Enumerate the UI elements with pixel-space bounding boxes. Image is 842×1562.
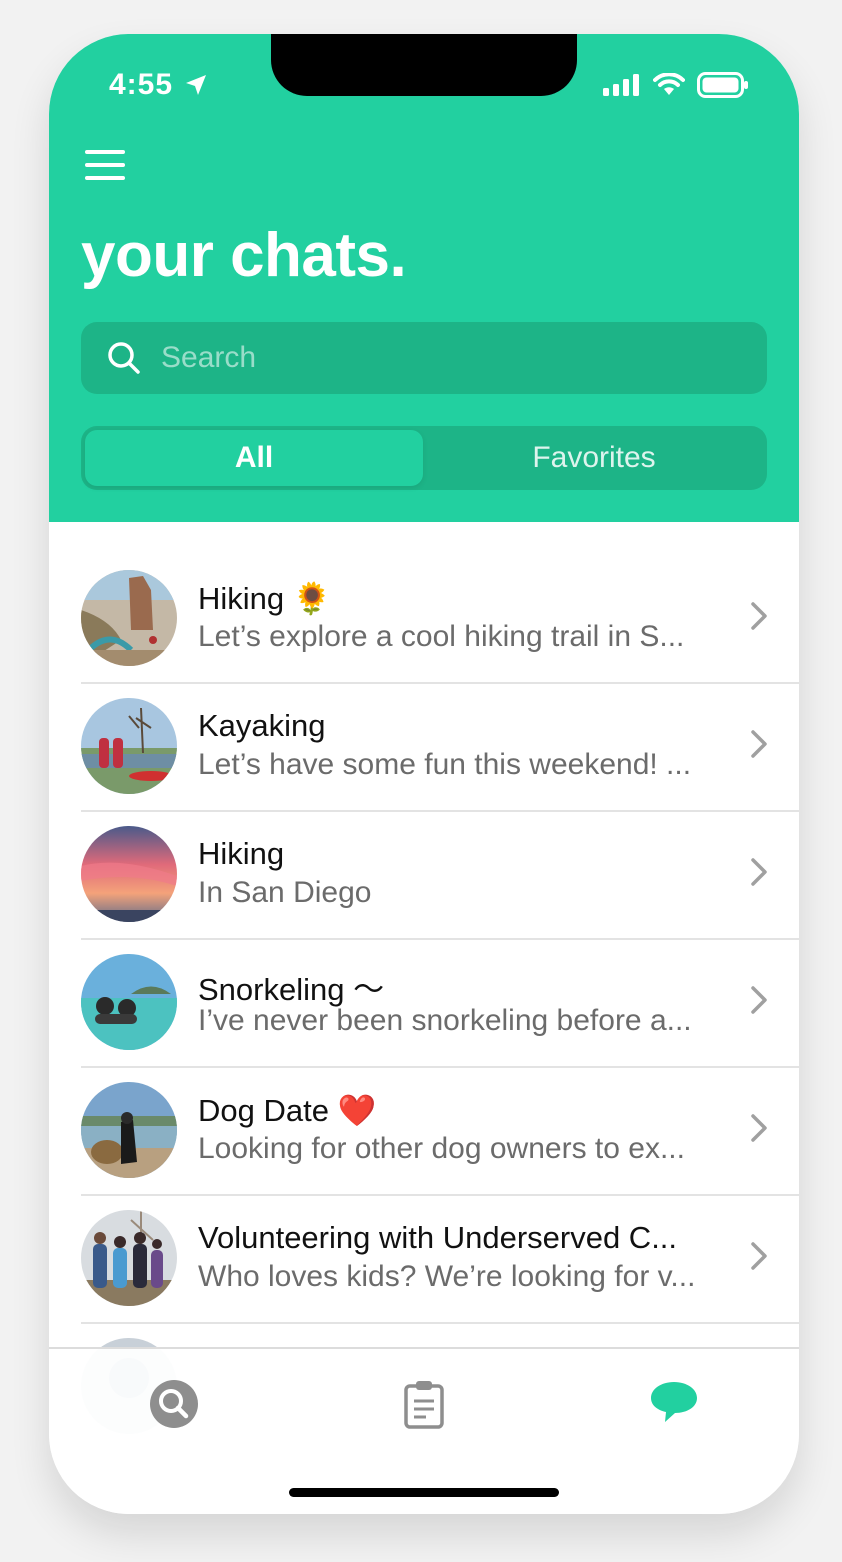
chevron-right-icon xyxy=(751,858,767,886)
chat-title: Volunteering with Underserved C... xyxy=(198,1220,678,1255)
status-time: 4:55 xyxy=(109,68,208,102)
chat-row[interactable]: Snorkeling ～ I’ve never been snorkeling … xyxy=(81,938,799,1068)
chevron-right-icon xyxy=(751,1114,767,1142)
chat-title: Snorkeling ～ xyxy=(198,972,385,1007)
chat-preview: Looking for other dog owners to ex... xyxy=(198,1132,685,1165)
chat-row[interactable]: Volunteering with Underserved C... Who l… xyxy=(81,1194,799,1324)
segmented-control: All Favorites xyxy=(81,426,767,490)
avatar xyxy=(81,1210,177,1306)
location-arrow-icon xyxy=(186,75,207,95)
chat-preview: Who loves kids? We’re looking for v... xyxy=(198,1260,696,1293)
chat-title: Hiking 🌻 xyxy=(198,581,332,616)
home-indicator xyxy=(289,1488,559,1497)
page-title: your chats. xyxy=(81,221,407,290)
avatar xyxy=(81,570,177,666)
avatar xyxy=(81,826,177,922)
tab-all[interactable]: All xyxy=(85,430,423,486)
chevron-right-icon xyxy=(751,986,767,1014)
tab-discover[interactable] xyxy=(144,1379,204,1435)
wifi-icon xyxy=(653,73,685,95)
battery-icon xyxy=(697,72,748,98)
chat-title: Hiking xyxy=(198,836,285,871)
cellular-signal-icon xyxy=(603,74,639,96)
clipboard-icon xyxy=(404,1381,444,1429)
tab-chats[interactable] xyxy=(644,1379,704,1435)
phone-screen: 4:55 your chats. Search All Favorites Hi… xyxy=(49,34,799,1514)
chat-preview: I’ve never been snorkeling before a... xyxy=(198,1004,692,1037)
chat-row[interactable]: Dog Date ❤️ Looking for other dog owners… xyxy=(81,1066,799,1196)
notch xyxy=(271,34,577,96)
chat-preview: Let’s explore a cool hiking trail in S..… xyxy=(198,620,685,653)
hamburger-menu-icon[interactable] xyxy=(85,150,125,184)
chat-preview: In San Diego xyxy=(198,876,372,909)
chat-row[interactable]: Hiking In San Diego xyxy=(81,810,799,940)
status-indicators xyxy=(603,72,749,98)
avatar xyxy=(81,1082,177,1178)
chevron-right-icon xyxy=(751,1242,767,1270)
chat-row[interactable]: Kayaking Let’s have some fun this weeken… xyxy=(81,682,799,812)
tab-favorites[interactable]: Favorites xyxy=(425,430,763,486)
chat-row[interactable]: Hiking 🌻 Let’s explore a cool hiking tra… xyxy=(81,554,799,684)
chevron-right-icon xyxy=(751,602,767,630)
chevron-right-icon xyxy=(751,730,767,758)
header: 4:55 your chats. Search All Favorites xyxy=(49,34,799,522)
status-time-text: 4:55 xyxy=(109,68,174,101)
search-input[interactable] xyxy=(159,340,723,376)
avatar xyxy=(81,954,177,1050)
avatar xyxy=(81,698,177,794)
chat-bubble-icon xyxy=(651,1382,697,1422)
search-icon xyxy=(150,1380,198,1428)
chat-title: Dog Date ❤️ xyxy=(198,1093,377,1128)
tab-activities[interactable] xyxy=(394,1379,454,1435)
search-bar[interactable] xyxy=(81,322,767,394)
chat-preview: Let’s have some fun this weekend! ... xyxy=(198,748,692,781)
chat-title: Kayaking xyxy=(198,708,326,743)
search-icon xyxy=(108,342,140,374)
